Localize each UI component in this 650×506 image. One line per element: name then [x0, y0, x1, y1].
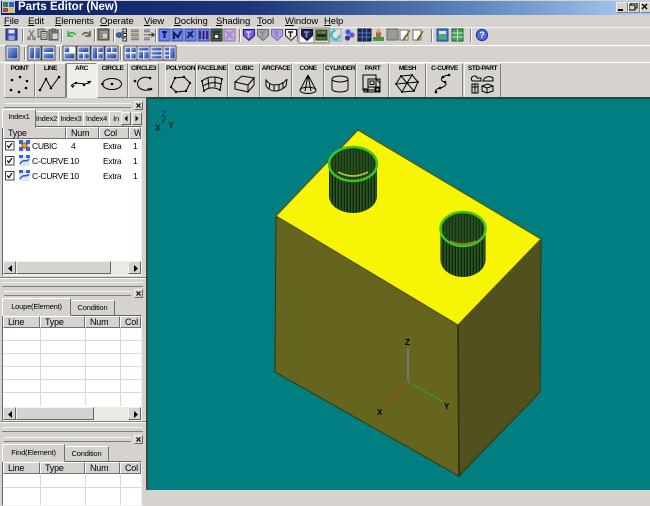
svg-text:Z: Z	[405, 338, 410, 347]
svg-text:X: X	[377, 408, 383, 417]
svg-text:Y: Y	[444, 402, 450, 411]
svg-text:Z: Z	[161, 109, 167, 119]
svg-text:X: X	[155, 123, 161, 133]
svg-text:Y: Y	[168, 120, 174, 130]
svg-text:?: ?	[479, 30, 485, 40]
